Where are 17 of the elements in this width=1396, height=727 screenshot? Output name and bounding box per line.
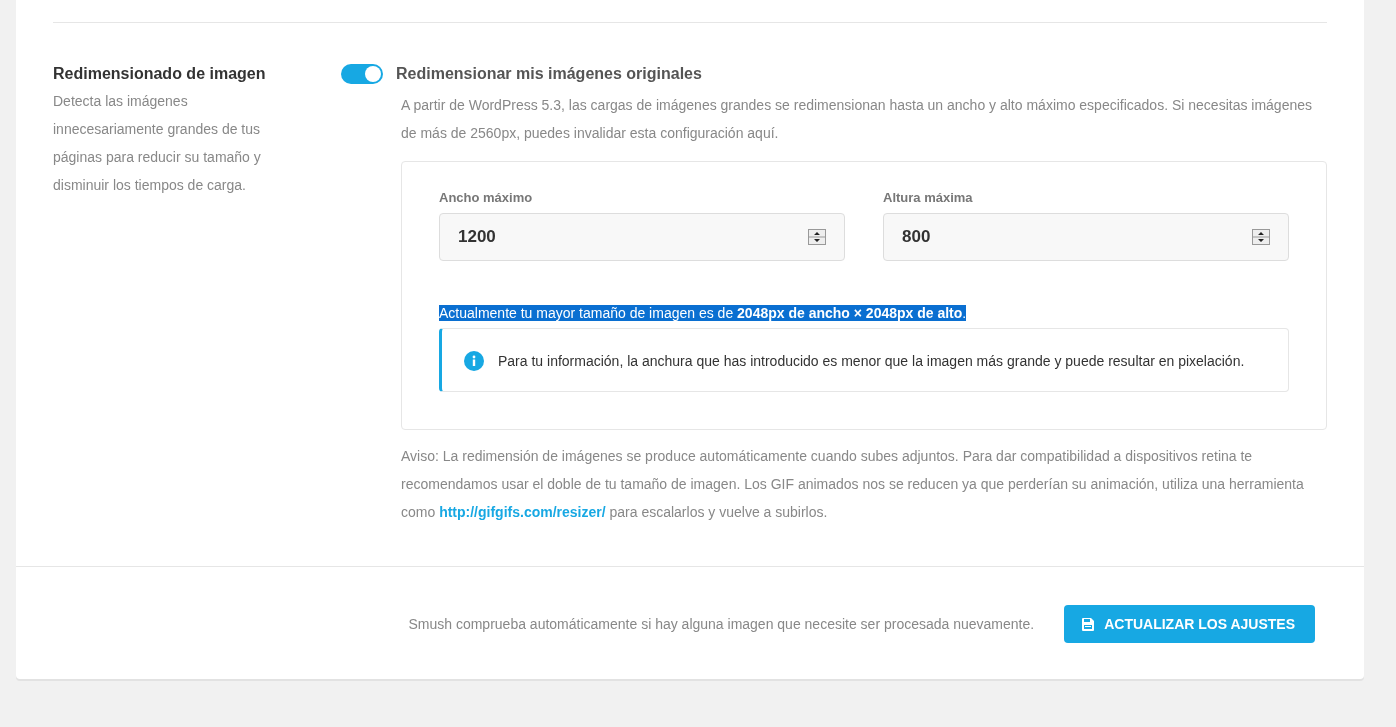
setting-title: Redimensionado de imagen xyxy=(53,64,267,84)
info-icon xyxy=(464,351,484,371)
field-label: Altura máxima xyxy=(883,190,974,205)
save-icon xyxy=(1082,617,1095,631)
number-input[interactable]: 800 xyxy=(883,213,1289,261)
footer-text: Smush comprueba automáticamente si hay alguna imagen que necesite ser procesada nuevamente. xyxy=(408,616,1035,632)
setting-description: Detecta las imágenes innecesariamente grandes de tus páginas para reducir su tamaño y disminuir los tiempos de carga. xyxy=(53,92,262,195)
spinner-icon[interactable] xyxy=(1252,229,1270,245)
spinner-icon[interactable] xyxy=(808,229,826,245)
number-input[interactable]: 1200 xyxy=(439,213,845,261)
intro-text: A partir de WordPress 5.3, las cargas de imágenes grandes se redimensionan hasta un ancho y alto máximo especificados. Si necesitas imágenes de más de 2560px, puedes invalidar esta configuración aquí. xyxy=(401,96,1313,143)
notice-text: Para tu información, la anchura que has introducido es menor que la imagen más grande y puede resultar en pixelación. xyxy=(498,352,1245,371)
toggle-label: Redimensionar mis imágenes originales xyxy=(396,65,702,83)
warning-text: Aviso: La redimensión de imágenes se produce automáticamente cuando subes adjuntos. Para dar compatibilidad a dispositivos retina te recomendamos usar el doble de tu tamaño de imagen. Los GIF animados nos se reducen ya que perderían su animación, utiliza una herramienta como http://gifgifs.com/resizer/ para escalarlos y vuelve a subirlos. xyxy=(401,447,1305,522)
toggle-switch[interactable] xyxy=(341,64,383,84)
current-size-text: Actualmente tu mayor tamaño de imagen es de 2048px de ancho × 2048px de alto. xyxy=(439,305,967,321)
field-label: Ancho máximo xyxy=(439,190,534,205)
